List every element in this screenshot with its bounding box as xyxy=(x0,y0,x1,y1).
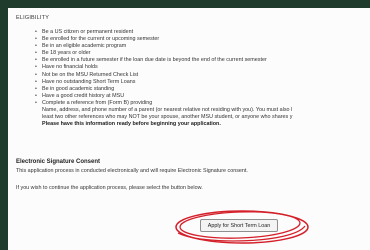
list-item: Have no financial holds xyxy=(35,64,292,71)
list-item: Be enrolled in a future semester if the … xyxy=(35,57,292,64)
list-item: Be in an eligible academic program xyxy=(35,43,292,50)
reference-detail-bold: Please have this information ready befor… xyxy=(42,121,221,128)
list-item: Have a good credit history at MSU xyxy=(35,93,292,100)
list-item: Be 18 years or older xyxy=(35,50,292,57)
list-item: Be a US citizen or permanent resident xyxy=(35,29,292,36)
list-item-reference: Complete a reference from (Form B) provi… xyxy=(35,99,293,128)
list-item: Have no outstanding Short Term Loans xyxy=(35,79,292,86)
reference-detail-line2: least two other references who may NOT b… xyxy=(42,114,293,121)
apply-short-term-loan-button[interactable]: Apply for Short Term Loan xyxy=(200,219,278,232)
list-item: Not be on the MSU Returned Check List xyxy=(35,72,292,79)
signature-consent-title: Electronic Signature Consent xyxy=(16,159,101,165)
list-item: Be enrolled for the current or upcoming … xyxy=(35,36,292,43)
list-item: Be in good academic standing xyxy=(35,86,292,93)
eligibility-heading: ELIGIBILITY xyxy=(16,15,50,21)
eligibility-list: Be a US citizen or permanent resident Be… xyxy=(8,29,292,128)
loan-info-panel: ELIGIBILITY Be a US citizen or permanent… xyxy=(8,8,370,250)
reference-label: Complete a reference from (Form B) provi… xyxy=(42,99,153,106)
continue-instruction: If you wish to continue the application … xyxy=(16,185,203,191)
signature-consent-text: This application process in conducted el… xyxy=(16,168,248,174)
reference-detail-line1: Name, address, and phone number of a par… xyxy=(42,107,293,114)
